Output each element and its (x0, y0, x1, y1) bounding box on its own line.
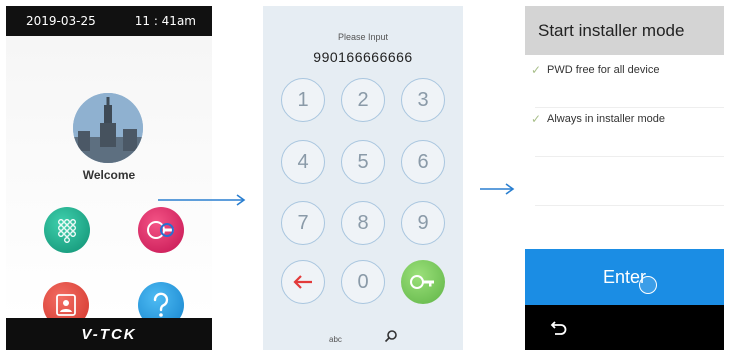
option-label: Always in installer mode (547, 113, 665, 125)
option-always-installer[interactable]: ✓ Always in installer mode (525, 112, 724, 126)
touch-cursor-icon (639, 276, 657, 294)
key-7[interactable]: 7 (281, 201, 325, 245)
keypad-icon (58, 219, 76, 243)
address-book-icon (56, 294, 76, 316)
time-label: 11 : 41am (134, 14, 196, 28)
key-4[interactable]: 4 (281, 140, 325, 184)
key-icon (147, 221, 174, 239)
home-screen: 2019-03-25 11 : 41am Welcome V-TCK (6, 6, 212, 350)
welcome-text: Welcome (82, 168, 136, 182)
brand-bar: V-TCK (6, 318, 212, 350)
flow-arrow-1 (158, 194, 246, 206)
back-arrow-icon (293, 275, 312, 289)
enter-button[interactable]: Enter (525, 249, 724, 305)
unlock-confirm-button[interactable] (401, 260, 445, 304)
key-1[interactable]: 1 (281, 78, 325, 122)
divider (535, 156, 724, 157)
key-3[interactable]: 3 (401, 78, 445, 122)
status-bar: 2019-03-25 11 : 41am (6, 6, 212, 36)
key-2[interactable]: 2 (341, 78, 385, 122)
key-8[interactable]: 8 (341, 201, 385, 245)
bottom-bar (525, 305, 724, 350)
input-display: 990166666666 (313, 49, 413, 65)
flow-arrow-2 (480, 183, 515, 195)
divider (535, 205, 724, 206)
help-icon (153, 292, 169, 317)
search-icon[interactable] (384, 329, 398, 343)
keypad-button[interactable] (44, 207, 90, 253)
abc-toggle[interactable]: abc (329, 335, 342, 344)
key-0[interactable]: 0 (341, 260, 385, 304)
unlock-button[interactable] (138, 207, 184, 253)
key-icon (410, 275, 434, 289)
key-9[interactable]: 9 (401, 201, 445, 245)
backspace-button[interactable] (281, 260, 325, 304)
brand-logo: V-TCK (81, 325, 137, 343)
page-title: Start installer mode (525, 6, 724, 55)
input-prompt: Please Input (337, 32, 389, 42)
option-label: PWD free for all device (547, 64, 660, 76)
key-5[interactable]: 5 (341, 140, 385, 184)
check-icon: ✓ (531, 112, 542, 126)
installer-screen: Start installer mode ✓ PWD free for all … (525, 6, 724, 350)
back-icon[interactable] (550, 319, 568, 335)
divider (535, 107, 724, 108)
keypad-screen: Please Input 990166666666 1 2 3 4 5 6 7 … (263, 6, 463, 350)
check-icon: ✓ (531, 63, 542, 77)
date-label: 2019-03-25 (26, 14, 96, 28)
avatar (73, 93, 143, 163)
option-pwd-free[interactable]: ✓ PWD free for all device (525, 63, 724, 77)
key-6[interactable]: 6 (401, 140, 445, 184)
skyline-icon (73, 93, 143, 163)
home-body: Welcome (6, 36, 212, 328)
